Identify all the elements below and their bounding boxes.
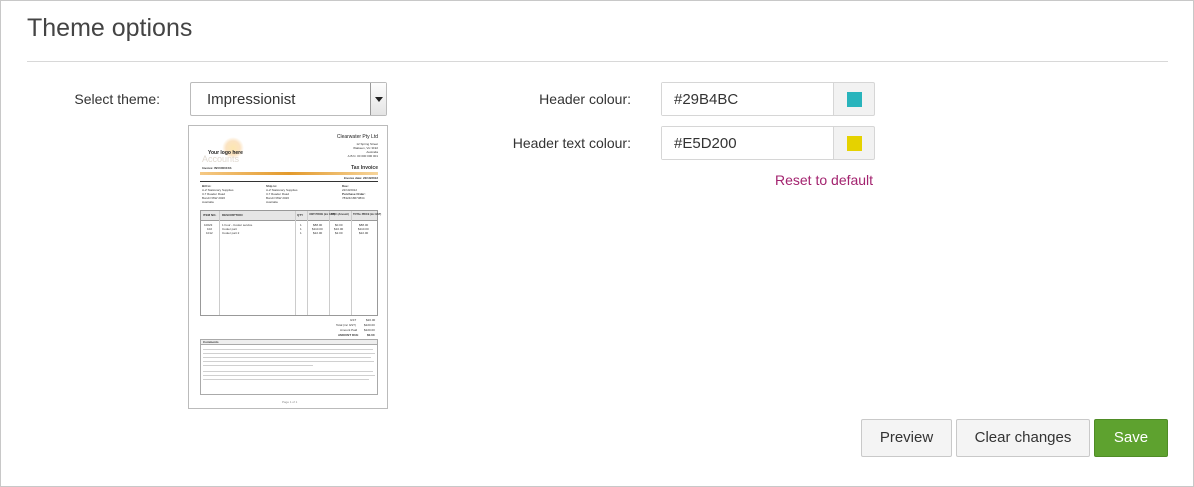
doc-col-desc: DESCRIPTION xyxy=(222,213,243,217)
header-text-colour-swatch[interactable] xyxy=(847,136,862,151)
doc-amount-due-label: AMOUNT DUE xyxy=(338,333,359,337)
doc-header-band xyxy=(200,172,378,175)
doc-col-qty: QTY xyxy=(297,213,304,217)
doc-total-inc-label: Total (inc GST) xyxy=(336,323,357,327)
doc-row-3-total: $22.00 xyxy=(359,231,369,235)
doc-comments-box: Comments xyxy=(200,339,378,395)
doc-company: Clearwater Pty Ltd xyxy=(336,134,378,140)
doc-text-line xyxy=(203,365,313,366)
theme-select-value: Impressionist xyxy=(207,91,296,108)
theme-options-panel: Theme options Select theme: Impressionis… xyxy=(0,0,1194,487)
doc-total-inc-value: $220.00 xyxy=(364,323,375,327)
doc-text-line xyxy=(203,361,374,362)
doc-address-4: A.B.N. 00 000 000 001 xyxy=(347,154,378,158)
header-text-colour-field: #E5D200 xyxy=(661,126,875,160)
header-text-colour-input[interactable]: #E5D200 xyxy=(662,127,834,159)
doc-comments-header xyxy=(201,340,377,345)
doc-total-gst-label: GST xyxy=(350,318,357,322)
theme-select[interactable]: Impressionist xyxy=(190,82,387,116)
doc-ship-to-4: Australia xyxy=(266,200,278,204)
doc-col-item: ITEM NO. xyxy=(203,213,217,217)
save-button[interactable]: Save xyxy=(1094,419,1168,457)
title-divider xyxy=(27,61,1168,62)
doc-text-line xyxy=(203,379,369,380)
doc-col-sep xyxy=(295,211,296,315)
header-text-colour-label: Header text colour: xyxy=(512,135,631,151)
doc-invoice-date: Invoice date: 22/10/2012 xyxy=(343,176,378,180)
header-colour-label: Header colour: xyxy=(539,91,631,107)
header-colour-swatch[interactable] xyxy=(847,92,862,107)
doc-po: 78324/18673834 xyxy=(342,196,365,200)
doc-comments-label: Comments xyxy=(203,340,219,344)
doc-logo-word: Accounts xyxy=(202,154,240,164)
chevron-down-icon[interactable] xyxy=(370,83,386,115)
clear-changes-button[interactable]: Clear changes xyxy=(956,419,1090,457)
doc-row-3-desc: Cooler part 2 xyxy=(222,231,240,235)
doc-row-3-disc: $2.00 xyxy=(335,231,343,235)
doc-rule xyxy=(200,181,378,182)
doc-text-line xyxy=(203,375,375,376)
header-colour-input[interactable]: #29B4BC xyxy=(662,83,834,115)
doc-text-line xyxy=(203,353,375,354)
doc-page-label: Page 1 of 1 xyxy=(282,400,298,404)
doc-col-sep xyxy=(351,211,352,315)
doc-total-gst-value: $20.00 xyxy=(366,318,376,322)
doc-row-3-item: 1012 xyxy=(206,231,213,235)
doc-col-sep xyxy=(329,211,330,315)
doc-text-line xyxy=(203,357,371,358)
doc-bill-to-4: Australia xyxy=(202,200,214,204)
header-colour-field: #29B4BC xyxy=(661,82,875,116)
page-title: Theme options xyxy=(27,14,193,42)
doc-amount-due-value: $0.00 xyxy=(367,333,375,337)
doc-row-3-qty: 1 xyxy=(300,231,302,235)
doc-amount-paid-label: Amount Paid xyxy=(340,328,358,332)
doc-col-sep xyxy=(307,211,308,315)
doc-item-table: ITEM NO. DESCRIPTION QTY UNIT PRICE (inc… xyxy=(200,210,382,316)
doc-col-sep xyxy=(219,211,220,315)
header-colour-value: #29B4BC xyxy=(674,91,739,108)
theme-preview-thumbnail: Your logo here Accounts Clearwater Pty L… xyxy=(188,125,388,409)
doc-title: Tax Invoice xyxy=(351,165,378,171)
doc-row-3-unit: $22.00 xyxy=(313,231,323,235)
reset-to-default-link[interactable]: Reset to default xyxy=(775,172,873,188)
preview-button[interactable]: Preview xyxy=(861,419,952,457)
doc-text-line xyxy=(203,349,373,350)
doc-col-total: TOTAL PRICE (inc GST) xyxy=(353,213,382,216)
doc-text-line xyxy=(203,371,373,372)
header-text-colour-value: #E5D200 xyxy=(674,135,737,152)
doc-invoice-no: Invoice: INV00001SS xyxy=(202,166,232,170)
select-theme-label: Select theme: xyxy=(74,91,160,107)
doc-amount-paid-value: $220.00 xyxy=(364,328,375,332)
doc-col-disc: DISC (Amount) xyxy=(331,213,349,216)
